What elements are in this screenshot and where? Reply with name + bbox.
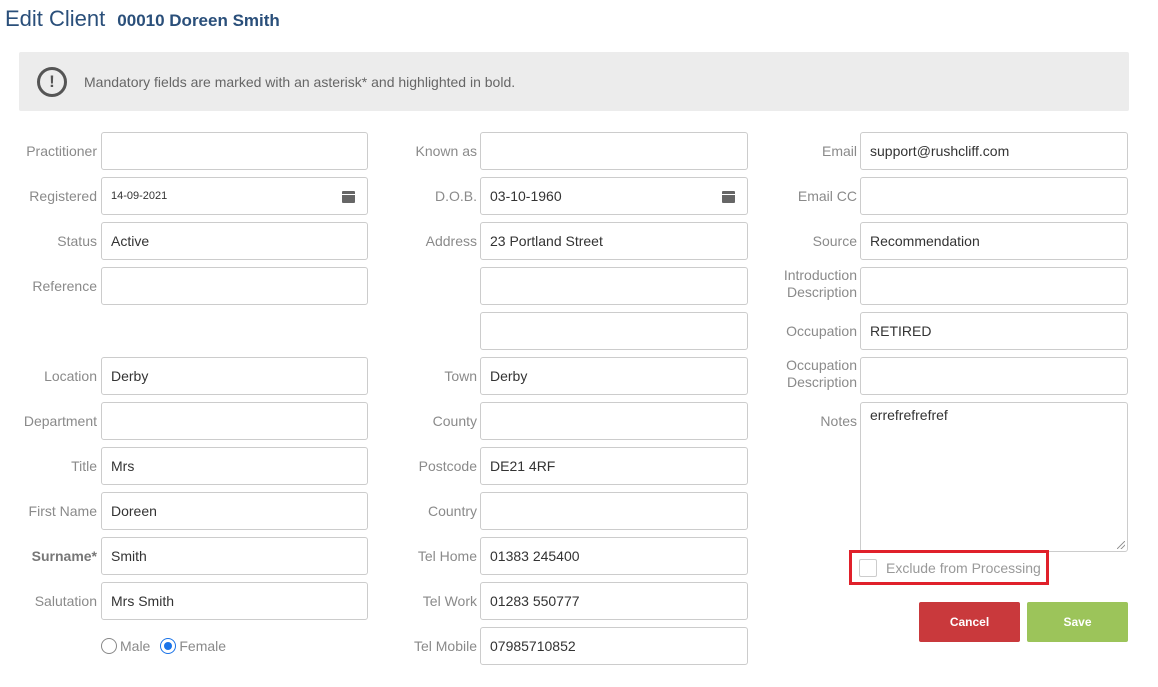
known-as-label: Known as — [415, 143, 477, 159]
introduction-label-line1: Introduction — [783, 267, 857, 283]
notes-textarea[interactable]: errefrefrefref — [860, 402, 1128, 552]
resize-grip-icon[interactable] — [1117, 541, 1125, 549]
reference-label: Reference — [32, 278, 97, 294]
email-cc-label: Email CC — [797, 188, 857, 204]
exclude-checkbox[interactable] — [859, 558, 877, 577]
exclude-from-processing: Exclude from Processing — [849, 550, 1049, 585]
male-radio[interactable] — [101, 638, 117, 654]
reference-field[interactable] — [101, 267, 368, 305]
practitioner-label: Practitioner — [26, 143, 97, 159]
county-field[interactable] — [480, 402, 748, 440]
title-label: Title — [71, 458, 97, 474]
department-label: Department — [23, 413, 97, 429]
source-field[interactable]: Recommendation — [860, 222, 1128, 260]
gender-radio-group: Male Female — [101, 638, 236, 654]
dob-label: D.O.B. — [434, 188, 477, 204]
salutation-label: Salutation — [34, 593, 97, 609]
dob-field[interactable]: 03-10-1960 — [480, 177, 748, 215]
status-field[interactable]: Active — [101, 222, 368, 260]
page-title: Edit Client — [5, 6, 106, 31]
title-field[interactable]: Mrs — [101, 447, 368, 485]
occupation-field[interactable]: RETIRED — [860, 312, 1128, 350]
female-label[interactable]: Female — [179, 638, 226, 654]
status-label: Status — [57, 233, 97, 249]
registered-date-field[interactable]: 14-09-2021 — [101, 177, 368, 215]
email-field[interactable]: support@rushcliff.com — [860, 132, 1128, 170]
dob-value: 03-10-1960 — [490, 188, 562, 204]
first-name-label: First Name — [28, 503, 97, 519]
registered-label: Registered — [29, 188, 97, 204]
occupation-desc-label-line1: Occupation — [786, 357, 857, 373]
introduction-description-field[interactable] — [860, 267, 1128, 305]
tel-work-label: Tel Work — [422, 593, 477, 609]
female-radio[interactable] — [160, 638, 177, 654]
occupation-description-label: Occupation Description — [786, 357, 857, 391]
calendar-icon[interactable] — [722, 191, 735, 203]
known-as-field[interactable] — [480, 132, 748, 170]
info-icon: ! — [37, 66, 67, 97]
male-label[interactable]: Male — [120, 638, 150, 654]
location-field[interactable]: Derby — [101, 357, 368, 395]
first-name-field[interactable]: Doreen — [101, 492, 368, 530]
notice-text: Mandatory fields are marked with an aste… — [84, 73, 516, 90]
occupation-label: Occupation — [786, 323, 857, 339]
country-label: Country — [427, 503, 477, 519]
notes-label: Notes — [820, 413, 857, 429]
client-name: 00010 Doreen Smith — [117, 11, 280, 30]
email-cc-field[interactable] — [860, 177, 1128, 215]
surname-label: Surname* — [31, 548, 97, 564]
title-row: Edit Client 00010 Doreen Smith — [5, 6, 280, 32]
country-field[interactable] — [480, 492, 748, 530]
postcode-field[interactable]: DE21 4RF — [480, 447, 748, 485]
tel-mobile-label: Tel Mobile — [413, 638, 477, 654]
address-line3-field[interactable] — [480, 312, 748, 350]
occupation-desc-label-line2: Description — [786, 374, 857, 390]
salutation-field[interactable]: Mrs Smith — [101, 582, 368, 620]
county-label: County — [432, 413, 477, 429]
postcode-label: Postcode — [418, 458, 477, 474]
mandatory-notice: ! Mandatory fields are marked with an as… — [19, 52, 1129, 111]
tel-home-label: Tel Home — [417, 548, 477, 564]
practitioner-field[interactable] — [101, 132, 368, 170]
email-label: Email — [821, 143, 857, 159]
address-line2-field[interactable] — [480, 267, 748, 305]
tel-home-field[interactable]: 01383 245400 — [480, 537, 748, 575]
notes-value: errefrefrefref — [870, 407, 948, 423]
town-field[interactable]: Derby — [480, 357, 748, 395]
location-label: Location — [44, 368, 97, 384]
registered-date-value: 14-09-2021 — [111, 190, 168, 202]
introduction-label-line2: Description — [786, 284, 857, 300]
surname-field[interactable]: Smith — [101, 537, 368, 575]
exclude-label[interactable]: Exclude from Processing — [886, 560, 1041, 576]
address-label: Address — [425, 233, 477, 249]
calendar-icon[interactable] — [342, 191, 355, 203]
save-button[interactable]: Save — [1027, 602, 1128, 642]
introduction-description-label: Introduction Description — [784, 267, 857, 301]
cancel-button[interactable]: Cancel — [919, 602, 1020, 642]
tel-mobile-field[interactable]: 07985710852 — [480, 627, 748, 665]
source-label: Source — [812, 233, 857, 249]
tel-work-field[interactable]: 01283 550777 — [480, 582, 748, 620]
address-line1-field[interactable]: 23 Portland Street — [480, 222, 748, 260]
town-label: Town — [444, 368, 477, 384]
occupation-description-field[interactable] — [860, 357, 1128, 395]
department-field[interactable] — [101, 402, 368, 440]
